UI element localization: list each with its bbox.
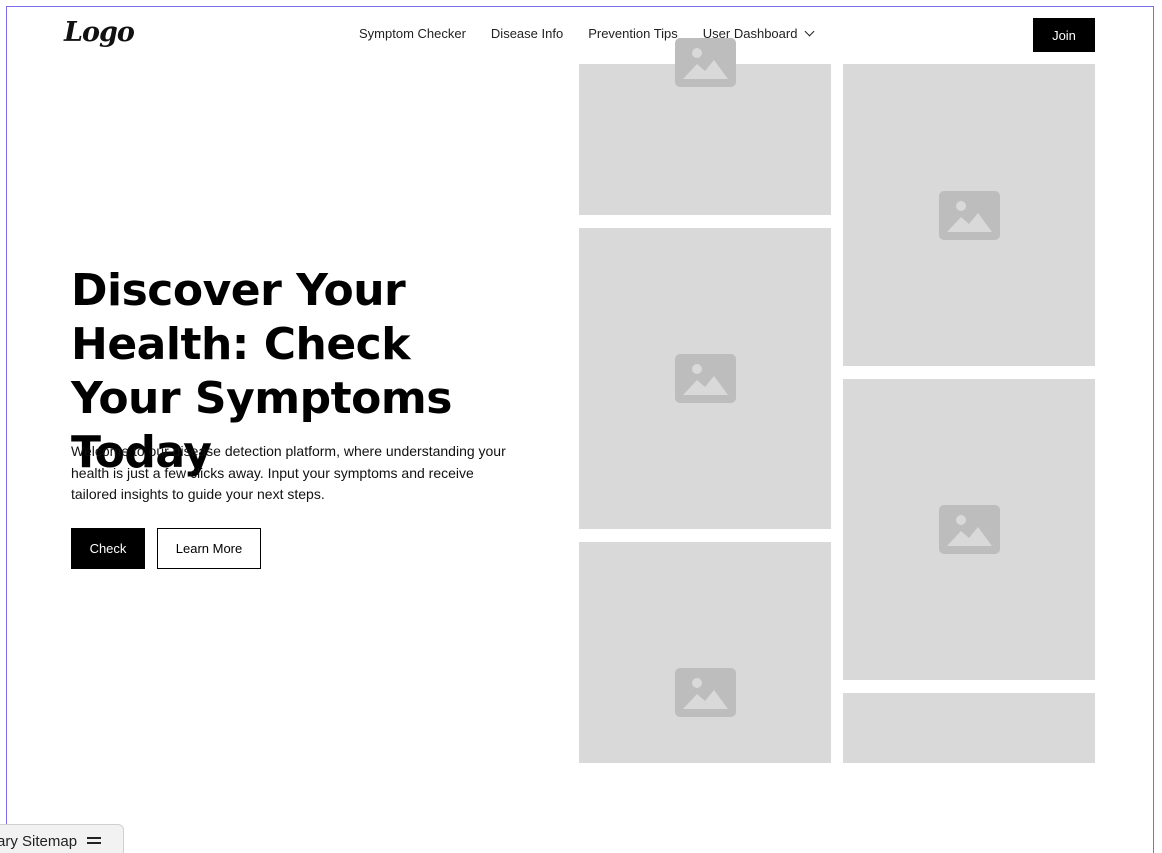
page-frame: Logo Symptom Checker Disease Info Preven… — [6, 6, 1154, 853]
join-button[interactable]: Join — [1033, 18, 1095, 52]
gallery-image-5 — [843, 379, 1095, 680]
sitemap-tab[interactable]: ary Sitemap — [0, 824, 124, 853]
gallery-image-1 — [579, 38, 831, 215]
nav-link-disease-info[interactable]: Disease Info — [491, 26, 563, 41]
image-placeholder-icon — [675, 668, 736, 717]
learn-more-button[interactable]: Learn More — [157, 528, 261, 569]
image-placeholder-icon — [939, 191, 1000, 240]
gallery-image-4 — [843, 64, 1095, 366]
navbar: Logo Symptom Checker Disease Info Preven… — [7, 7, 1153, 63]
nav-link-symptom-checker[interactable]: Symptom Checker — [359, 26, 466, 41]
chevron-down-icon — [805, 26, 815, 37]
logo[interactable]: Logo — [64, 17, 135, 48]
check-button[interactable]: Check — [71, 528, 145, 569]
menu-icon — [87, 837, 102, 847]
gallery-image-2 — [579, 228, 831, 529]
gallery-image-3 — [579, 542, 831, 763]
image-placeholder-icon — [675, 354, 736, 403]
sitemap-label: ary Sitemap — [0, 833, 78, 850]
nav-links: Symptom Checker Disease Info Prevention … — [359, 26, 815, 41]
hero-button-row: Check Learn More — [71, 528, 261, 569]
image-placeholder-icon — [939, 505, 1000, 554]
nav-link-prevention-tips[interactable]: Prevention Tips — [588, 26, 678, 41]
hero-description: Welcome to our disease detection platfor… — [71, 443, 506, 502]
image-placeholder-icon — [675, 38, 736, 87]
gallery-image-6 — [843, 693, 1095, 763]
